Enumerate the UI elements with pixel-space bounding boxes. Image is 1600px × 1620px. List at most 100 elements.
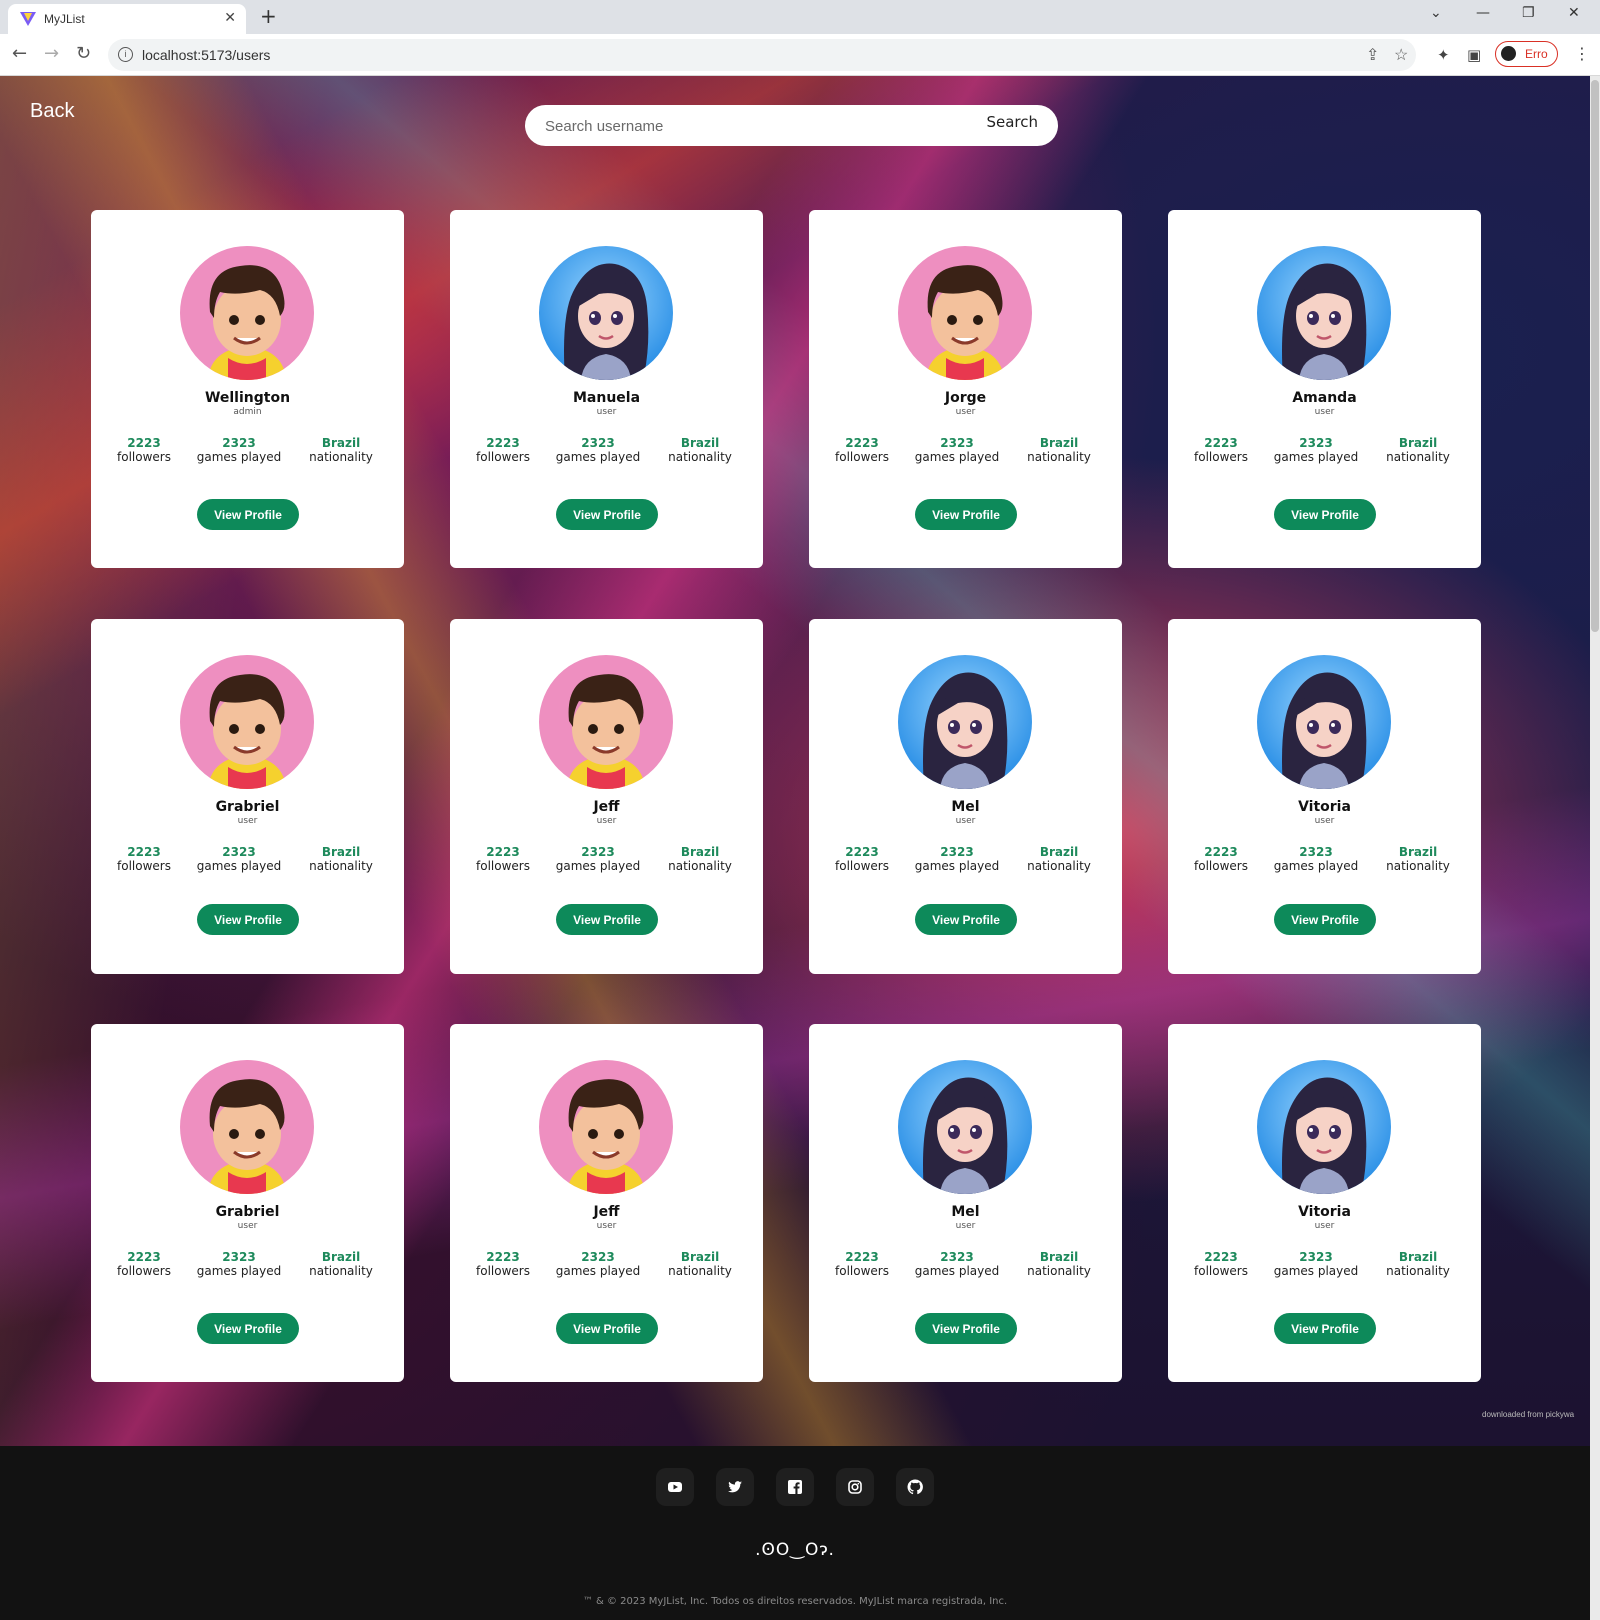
nationality-stat: Brazil nationality: [1368, 845, 1468, 874]
games-played-label: games played: [555, 1264, 641, 1278]
tab-search-icon[interactable]: ⌄: [1430, 5, 1442, 21]
extensions-icon[interactable]: ✦: [1437, 46, 1450, 64]
user-name: Mel: [951, 1204, 980, 1220]
facebook-link[interactable]: [776, 1468, 814, 1506]
games-played-label: games played: [555, 859, 641, 873]
user-role: user: [1314, 816, 1335, 826]
user-name: Amanda: [1292, 390, 1357, 406]
forward-arrow-icon[interactable]: →: [44, 43, 59, 64]
games-played-stat: 2323 games played: [548, 436, 648, 465]
tab-close-icon[interactable]: ✕: [224, 9, 236, 26]
games-played-count: 2323: [1299, 1250, 1333, 1264]
games-played-stat: 2323 games played: [1266, 845, 1366, 874]
nationality-stat: Brazil nationality: [1368, 1250, 1468, 1279]
followers-stat: 2223 followers: [94, 1250, 194, 1279]
view-profile-button[interactable]: View Profile: [915, 904, 1017, 935]
user-card: Wellington admin 2223 followers 2323 games pl…: [91, 210, 404, 568]
user-name: Jeff: [593, 799, 620, 815]
games-played-stat: 2323 games played: [1266, 436, 1366, 465]
view-profile-button[interactable]: View Profile: [556, 1313, 658, 1344]
view-profile-button[interactable]: View Profile: [556, 904, 658, 935]
reload-icon[interactable]: ↻: [76, 43, 91, 64]
browser-menu-icon[interactable]: ⋮: [1574, 44, 1590, 63]
view-profile-button[interactable]: View Profile: [556, 499, 658, 530]
followers-label: followers: [835, 450, 889, 464]
user-avatar: [898, 246, 1032, 380]
nationality-stat: Brazil nationality: [1009, 1250, 1109, 1279]
nationality-value: Brazil: [321, 436, 361, 450]
followers-label: followers: [117, 1264, 171, 1278]
view-profile-button[interactable]: View Profile: [915, 499, 1017, 530]
followers-stat: 2223 followers: [1171, 1250, 1271, 1279]
nationality-value: Brazil: [680, 436, 720, 450]
view-profile-button[interactable]: View Profile: [197, 904, 299, 935]
user-avatar: [898, 1060, 1032, 1194]
twitter-link[interactable]: [716, 1468, 754, 1506]
new-tab-icon[interactable]: +: [260, 4, 277, 28]
view-profile-button[interactable]: View Profile: [915, 1313, 1017, 1344]
nationality-label: nationality: [309, 859, 373, 873]
boy-avatar-icon: [539, 655, 673, 789]
restore-icon[interactable]: ❐: [1522, 5, 1535, 21]
girl-avatar-icon: [898, 655, 1032, 789]
nationality-value: Brazil: [680, 845, 720, 859]
profile-label: Erro: [1525, 47, 1548, 61]
nationality-stat: Brazil nationality: [291, 436, 391, 465]
bookmark-star-icon[interactable]: ☆: [1394, 45, 1408, 65]
nationality-label: nationality: [309, 450, 373, 464]
user-role: user: [596, 407, 617, 417]
nationality-label: nationality: [1386, 1264, 1450, 1278]
followers-stat: 2223 followers: [453, 1250, 553, 1279]
instagram-link[interactable]: [836, 1468, 874, 1506]
youtube-link[interactable]: [656, 1468, 694, 1506]
nationality-label: nationality: [668, 450, 732, 464]
user-avatar: [898, 655, 1032, 789]
nationality-label: nationality: [668, 859, 732, 873]
followers-label: followers: [117, 859, 171, 873]
search-button[interactable]: Search: [986, 113, 1038, 131]
user-card: Jorge user 2223 followers 2323 games played Br…: [809, 210, 1122, 568]
followers-count: 2223: [486, 845, 520, 859]
user-card: Vitoria user 2223 followers 2323 games played…: [1168, 1024, 1481, 1382]
url-text[interactable]: localhost:5173/users: [142, 47, 270, 63]
scrollbar-thumb[interactable]: [1591, 80, 1599, 632]
share-icon[interactable]: ⇪: [1366, 45, 1379, 65]
site-info-icon[interactable]: i: [118, 47, 133, 62]
side-panel-icon[interactable]: ▣: [1467, 46, 1481, 64]
nationality-stat: Brazil nationality: [1009, 845, 1109, 874]
view-profile-button[interactable]: View Profile: [1274, 1313, 1376, 1344]
back-button[interactable]: Back: [30, 100, 74, 123]
nationality-stat: Brazil nationality: [1368, 436, 1468, 465]
games-played-count: 2323: [581, 845, 615, 859]
followers-label: followers: [476, 1264, 530, 1278]
profile-avatar: [1499, 44, 1518, 63]
followers-stat: 2223 followers: [453, 436, 553, 465]
omnibox[interactable]: i localhost:5173/users ⇪ ☆: [108, 39, 1416, 71]
minimize-icon[interactable]: —: [1476, 5, 1490, 21]
view-profile-button[interactable]: View Profile: [1274, 499, 1376, 530]
games-played-label: games played: [555, 450, 641, 464]
user-role: user: [1314, 407, 1335, 417]
close-window-icon[interactable]: ✕: [1568, 5, 1580, 21]
background-credit: downloaded from pickywa: [1482, 1410, 1575, 1419]
browser-tab-strip: MyJList ✕ + ⌄ — ❐ ✕: [0, 0, 1600, 34]
games-played-count: 2323: [581, 436, 615, 450]
nationality-stat: Brazil nationality: [650, 1250, 750, 1279]
user-role: admin: [233, 407, 262, 417]
games-played-count: 2323: [940, 845, 974, 859]
view-profile-button[interactable]: View Profile: [197, 1313, 299, 1344]
followers-label: followers: [835, 1264, 889, 1278]
browser-tab[interactable]: MyJList ✕: [8, 4, 246, 34]
profile-button[interactable]: Erro: [1495, 41, 1558, 67]
user-role: user: [596, 816, 617, 826]
boy-avatar-icon: [539, 1060, 673, 1194]
github-link[interactable]: [896, 1468, 934, 1506]
search-input[interactable]: [543, 114, 947, 138]
view-profile-button[interactable]: View Profile: [197, 499, 299, 530]
user-avatar: [1257, 246, 1391, 380]
user-name: Manuela: [572, 390, 641, 406]
instagram-icon: [848, 1480, 862, 1494]
view-profile-button[interactable]: View Profile: [1274, 904, 1376, 935]
back-arrow-icon[interactable]: ←: [12, 43, 27, 64]
games-played-label: games played: [914, 450, 1000, 464]
